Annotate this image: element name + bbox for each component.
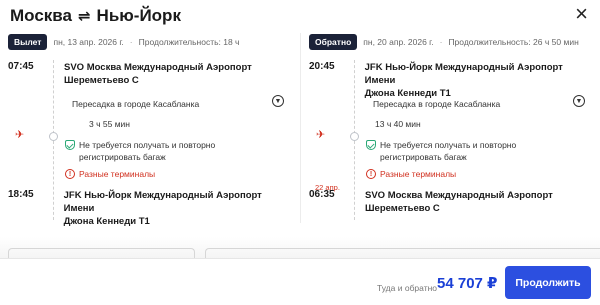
outbound-duration: Продолжительность: 18 ч <box>138 37 240 47</box>
airport-line2: Шереметьево C <box>64 75 139 86</box>
baggage-line2: регистрировать багаж <box>380 152 467 162</box>
swap-icon: ⇌ <box>77 8 91 25</box>
outbound-date: пн, 13 апр. 2026 г. <box>53 37 124 47</box>
baggage-info: Не требуется получать и повторно регистр… <box>65 139 275 163</box>
departure-airport: SVO Москва Международный Аэропорт Шереме… <box>64 61 252 87</box>
transfer-info: Пересадка в городе Касабланка <box>373 99 501 109</box>
outbound-header: Вылет пн, 13 апр. 2026 г. · Продолжитель… <box>8 33 293 51</box>
terminals-warning: ! Разные терминалы <box>366 169 456 179</box>
outbound-arrival: 18:45 JFK Нью-Йорк Международный Аэропор… <box>8 189 293 228</box>
terminals-text: Разные терминалы <box>79 169 156 179</box>
route-dot <box>49 132 58 141</box>
route-dot <box>350 132 359 141</box>
column-divider <box>300 33 301 223</box>
airport-line1: SVO Москва Международный Аэропорт <box>365 190 553 201</box>
baggage-line2: регистрировать багаж <box>79 152 166 162</box>
chevron-down-icon[interactable]: ▼ <box>573 95 585 107</box>
inbound-badge: Обратно <box>309 34 358 50</box>
chevron-down-icon[interactable]: ▼ <box>272 95 284 107</box>
arrival-airport: SVO Москва Международный Аэропорт Шереме… <box>365 189 553 215</box>
destination-city: Нью-Йорк <box>96 6 181 25</box>
airport-line2: Шереметьево C <box>365 203 440 214</box>
continue-button[interactable]: Продолжить <box>505 266 591 299</box>
shield-check-icon <box>366 140 376 150</box>
terminals-warning: ! Разные терминалы <box>65 169 155 179</box>
departure-airport: JFK Нью-Йорк Международный Аэропорт Имен… <box>365 61 594 100</box>
airport-line1: JFK Нью-Йорк Международный Аэропорт Имен… <box>364 62 563 86</box>
baggage-line1: Не требуется получать и повторно <box>380 140 517 150</box>
baggage-info: Не требуется получать и повторно регистр… <box>366 139 576 163</box>
price-label: Туда и обратно <box>377 283 438 293</box>
transfer-info: Пересадка в городе Касабланка <box>72 99 200 109</box>
outbound-badge: Вылет <box>8 34 48 50</box>
departure-time: 07:45 <box>8 61 34 72</box>
close-icon[interactable]: × <box>575 3 588 25</box>
airline-logo-icon: ✈ <box>15 129 25 141</box>
outbound-departure: 07:45 SVO Москва Международный Аэропорт … <box>8 61 252 87</box>
separator-dot: · <box>439 37 443 47</box>
airport-line1: JFK Нью-Йорк Международный Аэропорт Имен… <box>63 190 262 214</box>
baggage-text: Не требуется получать и повторно регистр… <box>380 139 516 163</box>
route-title: Москва ⇌ Нью-Йорк <box>10 6 181 26</box>
arrival-airport: JFK Нью-Йорк Международный Аэропорт Имен… <box>64 189 293 228</box>
airport-line2: Джона Кеннеди T1 <box>63 216 150 227</box>
booking-footer: Туда и обратно 54 707 ₽ Продолжить <box>0 258 600 305</box>
outbound-column: Вылет пн, 13 апр. 2026 г. · Продолжитель… <box>8 33 293 227</box>
inbound-column: Обратно пн, 20 апр. 2026 г. · Продолжите… <box>309 33 594 223</box>
inbound-duration: Продолжительность: 26 ч 50 мин <box>448 37 579 47</box>
baggage-line1: Не требуется получать и повторно <box>79 140 216 150</box>
inbound-header: Обратно пн, 20 апр. 2026 г. · Продолжите… <box>309 33 594 51</box>
warning-icon: ! <box>366 169 376 179</box>
terminals-text: Разные терминалы <box>380 169 457 179</box>
shield-check-icon <box>65 140 75 150</box>
inbound-date: пн, 20 апр. 2026 г. <box>363 37 434 47</box>
total-price: 54 707 ₽ <box>437 275 498 292</box>
warning-icon: ! <box>65 169 75 179</box>
inbound-arrival: 06:35 SVO Москва Международный Аэропорт … <box>309 189 553 215</box>
separator-dot: · <box>129 37 133 47</box>
arrival-time: 06:35 <box>309 189 335 200</box>
airline-logo-icon: ✈ <box>316 129 326 141</box>
baggage-text: Не требуется получать и повторно регистр… <box>79 139 215 163</box>
departure-time: 20:45 <box>309 61 335 72</box>
transfer-duration: 13 ч 40 мин <box>375 119 421 129</box>
arrival-time: 18:45 <box>8 189 34 200</box>
origin-city: Москва <box>10 6 72 25</box>
transfer-duration: 3 ч 55 мин <box>89 119 130 129</box>
inbound-departure: 20:45 JFK Нью-Йорк Международный Аэропор… <box>309 61 594 100</box>
airport-line1: SVO Москва Международный Аэропорт <box>64 62 252 73</box>
